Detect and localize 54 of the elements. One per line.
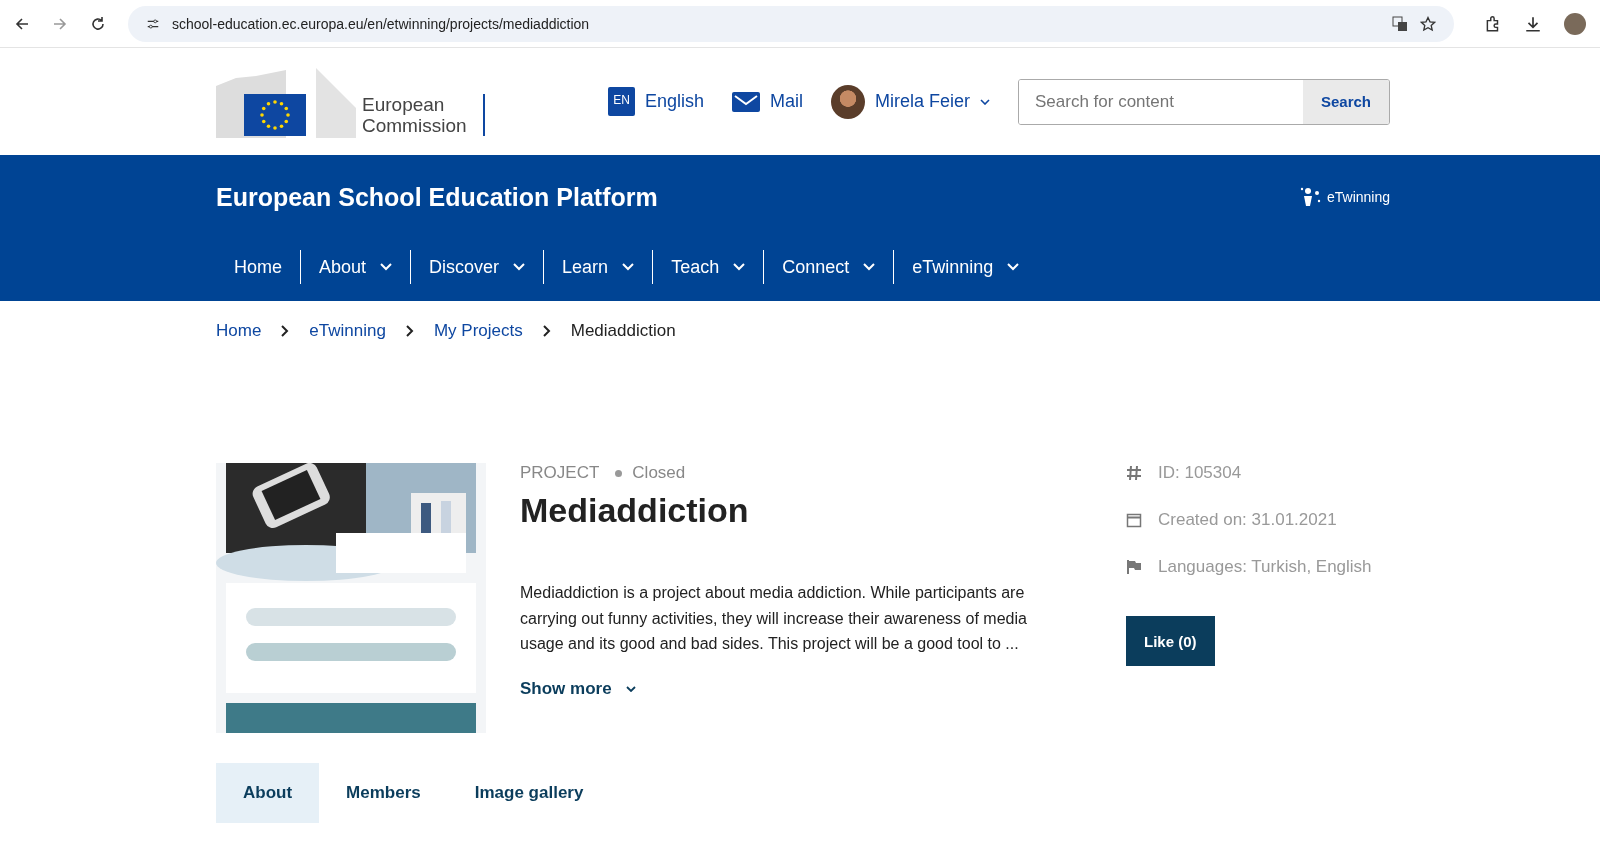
nav-item[interactable]: eTwinning bbox=[894, 256, 1038, 278]
status-dot bbox=[615, 469, 623, 477]
meta-text: Languages: Turkish, English bbox=[1158, 557, 1372, 577]
chevron-icon bbox=[405, 325, 414, 337]
nav-item[interactable]: Learn bbox=[544, 256, 653, 278]
nav-item[interactable]: Home bbox=[216, 256, 300, 278]
language-code: EN bbox=[608, 87, 635, 116]
tab[interactable]: Image gallery bbox=[447, 763, 611, 823]
hash-icon bbox=[1126, 465, 1142, 481]
breadcrumb-link[interactable]: My Projects bbox=[433, 321, 523, 341]
chevron-icon bbox=[281, 325, 290, 337]
download-icon[interactable] bbox=[1524, 14, 1542, 33]
content-type: PROJECT bbox=[520, 463, 600, 483]
star-icon[interactable] bbox=[1420, 15, 1436, 32]
tab[interactable]: About bbox=[216, 763, 320, 823]
caret-icon bbox=[980, 98, 990, 105]
logo-text: European bbox=[362, 93, 446, 115]
chevron-icon bbox=[542, 325, 551, 337]
tab[interactable]: Members bbox=[319, 763, 448, 823]
nav-item[interactable]: Connect bbox=[764, 256, 894, 278]
status-text: Closed bbox=[632, 463, 686, 483]
address-bar[interactable]: school-education.ec.europa.eu/en/etwinning/projects/mediaddiction bbox=[128, 5, 1454, 42]
site-settings-icon[interactable] bbox=[146, 16, 160, 31]
mail-link[interactable]: Mail bbox=[731, 91, 803, 112]
nav-item[interactable]: Discover bbox=[411, 256, 544, 278]
user-menu[interactable]: Mirela Feier bbox=[830, 84, 990, 119]
translate-icon[interactable] bbox=[1392, 15, 1408, 32]
like-button[interactable]: Like (0) bbox=[1126, 616, 1215, 666]
site-title: European School Education Platform bbox=[216, 182, 658, 212]
nav-item[interactable]: About bbox=[301, 256, 411, 278]
search-field[interactable]: Search for content Search bbox=[1018, 78, 1390, 125]
chevron-icon bbox=[625, 685, 636, 692]
figures-icon bbox=[1298, 185, 1323, 209]
etwinning-logo[interactable]: eTwinning bbox=[1298, 185, 1390, 209]
back-icon[interactable] bbox=[14, 15, 30, 32]
meta-text: Created on: 31.01.2021 bbox=[1158, 510, 1337, 530]
project-title: Mediaddiction bbox=[520, 491, 750, 530]
forward-icon[interactable] bbox=[52, 15, 68, 32]
profile-avatar[interactable] bbox=[1564, 12, 1586, 35]
show-more-link[interactable]: Show more bbox=[520, 678, 636, 699]
language-selector[interactable]: EN English bbox=[608, 87, 704, 116]
calendar-icon bbox=[1126, 512, 1142, 528]
logo-text: Commission bbox=[362, 114, 467, 136]
mail-icon bbox=[731, 91, 760, 112]
project-description: Mediaddiction is a project about media addiction. While participants are carrying out funny activities, they will increase their awareness of media usage and its good and bad sides. This project will be a good tool to ... bbox=[520, 583, 1028, 654]
user-avatar bbox=[830, 84, 865, 119]
breadcrumb-link[interactable]: Home bbox=[216, 321, 262, 341]
meta-text: ID: 105304 bbox=[1158, 463, 1242, 483]
reload-icon[interactable] bbox=[90, 15, 106, 32]
nav-item[interactable]: Teach bbox=[653, 256, 764, 278]
breadcrumb-link[interactable]: eTwinning bbox=[309, 321, 386, 341]
flag-icon bbox=[1126, 559, 1142, 575]
commission-logo-icon[interactable] bbox=[216, 67, 356, 138]
search-button[interactable]: Search bbox=[1302, 79, 1389, 124]
